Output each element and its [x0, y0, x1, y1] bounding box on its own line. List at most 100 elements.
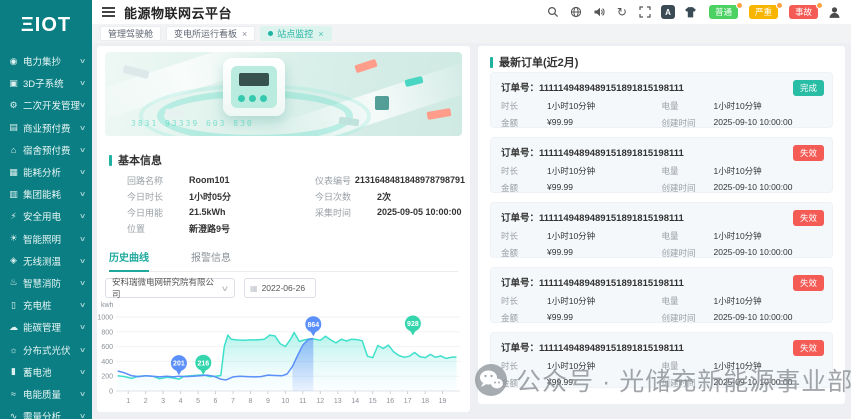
- order-field-value: 1小时10分钟: [713, 360, 762, 371]
- sidebar-item[interactable]: ☀ 智能照明 ∨: [0, 228, 92, 250]
- svg-text:9: 9: [266, 398, 270, 405]
- alarm-badge-label: 严重: [754, 7, 772, 17]
- order-number: 订单号：1111149489489151891815198111: [501, 213, 684, 224]
- alarm-badge[interactable]: 事故: [788, 2, 823, 19]
- chevron-down-icon: ∨: [78, 324, 87, 332]
- sidebar-item[interactable]: ☼ 分布式光伏 ∨: [0, 338, 92, 360]
- order-number: 订单号：1111149489489151891815198111: [501, 148, 684, 159]
- sidebar-item-label: 电力集抄: [23, 57, 62, 69]
- svg-text:4: 4: [179, 398, 183, 405]
- order-field-label: 金额: [501, 248, 519, 258]
- sidebar-item[interactable]: ☁ 能碳管理 ∨: [0, 316, 92, 338]
- device-banner-image: 3831 93339 603 830: [105, 52, 462, 136]
- order-field-value: 1小时10分钟: [713, 295, 762, 306]
- home-icon: ⌂: [10, 144, 17, 155]
- orders-title: 最新订单(近2月): [490, 54, 578, 70]
- order-row: 金额 ¥99.99 创建时间 2025-09-10 10:00:00: [501, 377, 822, 389]
- page-title: 能源物联网云平台: [124, 5, 233, 21]
- sidebar-item-label: 能耗分析: [23, 168, 62, 180]
- svg-text:17: 17: [404, 398, 412, 405]
- nav-tab[interactable]: 管理驾驶舱: [100, 26, 162, 41]
- hamburger-menu-icon[interactable]: [102, 5, 115, 19]
- translate-icon[interactable]: A: [660, 5, 675, 19]
- sidebar-item[interactable]: ▦ 能耗分析 ∨: [0, 161, 92, 183]
- order-field-value: 1小时10分钟: [547, 165, 596, 176]
- chevron-down-icon: ∨: [78, 257, 87, 265]
- banner-chip: [354, 58, 378, 74]
- info-value: 21.5kWh: [189, 207, 226, 217]
- info-label: 今日用能: [127, 207, 164, 218]
- sidebar-item[interactable]: ⌂ 宿舍预付费 ∨: [0, 139, 92, 161]
- order-row: 金额 ¥99.99 创建时间 2025-09-10 10:00:00: [501, 247, 822, 259]
- history-tab[interactable]: 历史曲线: [109, 251, 149, 272]
- svg-text:14: 14: [351, 398, 359, 405]
- refresh-icon[interactable]: ↻: [615, 5, 629, 19]
- close-tab-icon[interactable]: ×: [242, 29, 247, 39]
- sidebar-item[interactable]: ▣ 3D子系统 ∨: [0, 72, 92, 94]
- order-field-label: 金额: [501, 183, 519, 193]
- fullscreen-icon[interactable]: [638, 5, 652, 19]
- svg-text:kwh: kwh: [101, 302, 114, 309]
- history-curve-chart[interactable]: 02004006008001000kwh1 2 3 4 5 6 7 8 9 10 11 12 13 14 1…: [98, 298, 466, 412]
- order-card[interactable]: 订单号：1111149489489151891815198111 完成 时长 1小时1…: [490, 72, 833, 128]
- sidebar-item[interactable]: ⚡ 安全用电 ∨: [0, 205, 92, 227]
- sidebar-item[interactable]: ◉ 电力集抄 ∨: [0, 50, 92, 72]
- order-field-value: 2025-09-10 10:00:00: [713, 117, 793, 127]
- globe-icon[interactable]: [569, 5, 583, 19]
- alarm-badge[interactable]: 普通: [708, 2, 743, 19]
- nav-tab[interactable]: 站点监控 ×: [260, 26, 332, 41]
- sidebar-item[interactable]: ≈ 电能质量 ∨: [0, 383, 92, 405]
- company-select[interactable]: 安科瑞微电网研究院有限公司 ∨: [105, 277, 235, 299]
- alarm-count-dot: [816, 2, 823, 9]
- info-row: 位置 新澄路9号: [127, 220, 312, 236]
- order-field-label: 金额: [501, 378, 519, 388]
- sidebar-item[interactable]: ▮ 蓄电池 ∨: [0, 361, 92, 383]
- lighting-icon: ☀: [9, 233, 18, 244]
- sidebar-item[interactable]: ◈ 无线测温 ∨: [0, 250, 92, 272]
- search-icon[interactable]: [546, 5, 560, 19]
- volume-icon[interactable]: [592, 5, 606, 19]
- sidebar-item[interactable]: ▥ 集团能耗 ∨: [0, 183, 92, 205]
- order-status-badge: 失效: [792, 275, 824, 291]
- svg-text:5: 5: [196, 398, 200, 405]
- battery-icon: ▮: [11, 366, 16, 377]
- order-status-badge: 失效: [792, 210, 824, 226]
- order-card[interactable]: 订单号：1111149489489151891815198111 失效 时长 1小时1…: [490, 202, 833, 258]
- info-row: 采集时间 2025-09-05 10:00:00: [315, 204, 465, 220]
- alarm-badge-label: 普通: [714, 7, 732, 17]
- svg-text:600: 600: [101, 344, 113, 351]
- svg-text:200: 200: [101, 374, 113, 381]
- site-detail-panel: 3831 93339 603 830 基本信息 回路名称 Room101 今日时长 1…: [97, 46, 470, 412]
- order-number: 订单号：1111149489489151891815198111: [501, 343, 684, 354]
- latest-orders-panel: 最新订单(近2月) 订单号：11111494894891518918151981…: [478, 46, 845, 404]
- charging-pile-icon: ▯: [11, 299, 16, 310]
- sidebar-item[interactable]: ⚙ 二次开发管理 ∨: [0, 94, 92, 116]
- history-tab[interactable]: 报警信息: [191, 251, 231, 272]
- svg-text:12: 12: [316, 398, 324, 405]
- close-tab-icon[interactable]: ×: [318, 29, 323, 39]
- gear-icon: ⚙: [9, 99, 18, 110]
- order-field-value: ¥99.99: [547, 182, 573, 192]
- sidebar-item[interactable]: ▤ 商业预付费 ∨: [0, 117, 92, 139]
- order-field-value: ¥99.99: [547, 247, 573, 257]
- nav-tab[interactable]: 变电所运行看板 ×: [166, 26, 256, 41]
- sidebar-item[interactable]: ♨ 智慧消防 ∨: [0, 272, 92, 294]
- order-field-label: 时长: [501, 360, 519, 371]
- sidebar-item-label: 蓄电池: [23, 367, 52, 379]
- sidebar-item[interactable]: ∿ 需量分析 ∨: [0, 405, 92, 419]
- theme-icon[interactable]: [684, 5, 698, 19]
- user-avatar-icon[interactable]: [827, 5, 841, 19]
- chevron-down-icon: ∨: [78, 191, 87, 199]
- order-field-value: 1小时10分钟: [713, 230, 762, 241]
- sidebar-item[interactable]: ▯ 充电桩 ∨: [0, 294, 92, 316]
- alarm-badge[interactable]: 严重: [748, 2, 783, 19]
- info-label: 仪表编号: [315, 175, 352, 186]
- order-card[interactable]: 订单号：1111149489489151891815198111 失效 时长 1小时1…: [490, 332, 833, 388]
- order-card[interactable]: 订单号：1111149489489151891815198111 失效 时长 1小时1…: [490, 267, 833, 323]
- order-row: 金额 ¥99.99 创建时间 2025-09-10 10:00:00: [501, 312, 822, 324]
- order-card[interactable]: 订单号：1111149489489151891815198111 失效 时长 1小时1…: [490, 137, 833, 193]
- sidebar-item-label: 无线测温: [23, 256, 62, 268]
- svg-text:1: 1: [126, 398, 130, 405]
- svg-text:864: 864: [307, 322, 319, 329]
- date-picker[interactable]: ▦ 2022-06-26: [244, 278, 316, 298]
